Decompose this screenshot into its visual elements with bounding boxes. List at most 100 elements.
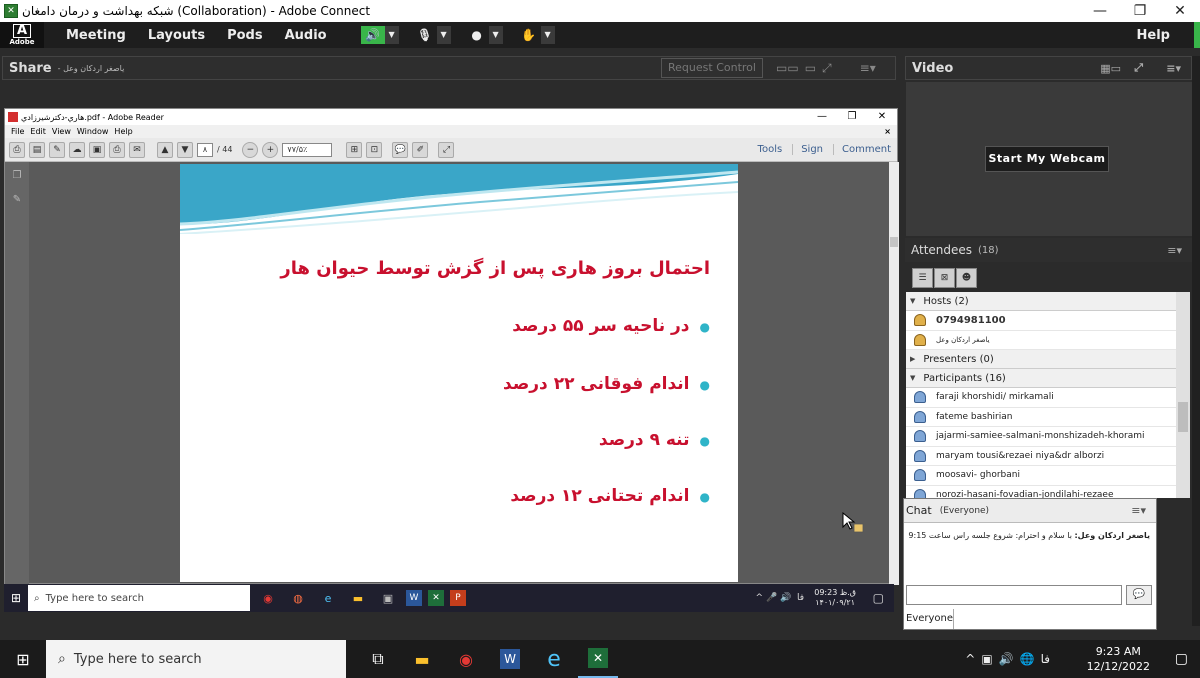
tools-link[interactable]: Tools [750, 144, 783, 155]
comment-link[interactable]: Comment [833, 144, 891, 155]
speaker-dropdown-icon[interactable]: ▼ [384, 26, 399, 44]
task-view-icon[interactable]: ⧉ [358, 640, 398, 678]
restore-button[interactable]: ❐ [1120, 0, 1160, 22]
adobe-connect-icon[interactable]: ✕ [578, 640, 618, 678]
menu-help[interactable]: Help [1137, 28, 1170, 43]
list-item[interactable]: ياصغر اردكان وعل [906, 331, 1176, 350]
reader-menu-window[interactable]: Window [77, 127, 109, 136]
save-icon[interactable]: ▣ [89, 141, 105, 158]
pod-options-icon[interactable]: ≡▾ [860, 61, 876, 75]
taskbar-clock[interactable]: 9:23 AM 12/12/2022 [1087, 644, 1150, 674]
menu-meeting[interactable]: Meeting [66, 28, 126, 43]
list-view-icon[interactable]: ☰ [912, 268, 933, 288]
chat-recipient-select[interactable]: Everyone [904, 609, 954, 629]
sign-link[interactable]: Sign [792, 144, 823, 155]
notification-icon[interactable]: ▢ [1175, 651, 1188, 667]
start-webcam-button[interactable]: Start My Webcam [985, 146, 1109, 172]
reader-menu-view[interactable]: View [52, 127, 71, 136]
list-item[interactable]: 0794981100 [906, 311, 1176, 331]
fit-width-page-icon[interactable]: ⊡ [366, 141, 383, 158]
fullscreen-icon[interactable]: ⤢ [822, 61, 832, 76]
breakout-view-icon[interactable]: ⊠ [934, 268, 955, 288]
email-icon[interactable]: ✉ [129, 141, 145, 158]
list-item[interactable]: jajarmi-samiee-salmani-monshizadeh-khora… [906, 427, 1176, 447]
group-hosts[interactable]: ▼ Hosts (2) [906, 292, 1176, 311]
menu-layouts[interactable]: Layouts [148, 28, 205, 43]
reader-menu-edit[interactable]: Edit [30, 127, 46, 136]
language-bar-icon[interactable]: ▣ [981, 652, 992, 666]
request-control-button[interactable]: Request Control [661, 58, 763, 78]
reader-menu-help[interactable]: Help [114, 127, 132, 136]
menu-audio[interactable]: Audio [285, 28, 327, 43]
windows-start-icon[interactable]: ⊞ [0, 640, 46, 678]
menu-pods[interactable]: Pods [227, 28, 263, 43]
volume-icon[interactable]: 🔊 [999, 652, 1014, 666]
zoom-in-icon[interactable]: + [262, 141, 279, 158]
print-icon[interactable]: ⎙ [109, 141, 125, 158]
chat-options-icon[interactable]: ≡▾ [1131, 504, 1146, 517]
reader-menu-file[interactable]: File [11, 127, 24, 136]
taskbar-search-box[interactable]: ⌕ Type here to search [46, 640, 346, 678]
page-number-input[interactable]: ۸ [197, 142, 213, 157]
camera-control[interactable]: ● ▼ [465, 25, 503, 45]
highlight-icon[interactable]: ✐ [412, 141, 429, 158]
create-pdf-icon[interactable]: ⎙ [9, 141, 25, 158]
attendees-options-icon[interactable]: ≡▾ [1167, 244, 1182, 257]
expand-icon[interactable]: ⤢ [438, 141, 455, 158]
speaker-control[interactable]: 🔊 ▼ [360, 25, 399, 45]
reader-doc-close-icon[interactable]: × [884, 127, 891, 136]
microphone-control[interactable]: 🎙 ▼ [413, 25, 451, 45]
reader-scroll-thumb[interactable] [890, 237, 898, 247]
list-item[interactable]: fateme bashirian [906, 408, 1176, 427]
list-item[interactable]: norozi-hasani-fovadian-jondilahi-rezaee [906, 486, 1176, 498]
attendees-scroll-thumb[interactable] [1178, 402, 1188, 432]
edit-icon[interactable]: ✎ [49, 141, 65, 158]
list-item[interactable]: maryam tousi&rezaei niya&dr alborzi [906, 447, 1176, 466]
group-presenters[interactable]: ▶ Presenters (0) [906, 350, 1176, 369]
video-fullscreen-icon[interactable]: ⤢ [1134, 61, 1143, 75]
close-button[interactable]: ✕ [1160, 0, 1200, 22]
raise-hand-icon[interactable]: ✋ [517, 26, 541, 44]
minimize-button[interactable]: — [1080, 0, 1120, 22]
status-control[interactable]: ✋ ▼ [517, 25, 555, 45]
page-up-icon[interactable]: ▲ [157, 141, 173, 158]
show-hidden-icons-icon[interactable]: ^ [965, 652, 975, 666]
speaker-icon[interactable]: 🔊 [360, 26, 385, 44]
cloud-icon[interactable]: ☁ [69, 141, 85, 158]
list-item[interactable]: moosavi- ghorbani [906, 466, 1176, 486]
webcam-dropdown-icon[interactable]: ▼ [488, 26, 503, 44]
reader-restore-button[interactable]: ❐ [837, 109, 867, 125]
microphone-dropdown-icon[interactable]: ▼ [436, 26, 451, 44]
share-presenter: - ياصغر اردکان وعل [57, 63, 125, 73]
zoom-select[interactable]: ۷۷/۵٪ [282, 142, 333, 157]
word-icon[interactable]: W [490, 640, 530, 678]
send-message-button[interactable]: 💬 [1126, 585, 1152, 605]
fit-page-icon[interactable]: ⊞ [346, 141, 363, 158]
page-thumbnails-icon[interactable]: ❐ [10, 170, 24, 186]
file-explorer-icon[interactable]: ▬ [402, 640, 442, 678]
fit-width-icon[interactable]: ▭ [805, 61, 816, 75]
list-item[interactable]: faraji khorshidi/ mirkamali [906, 388, 1176, 408]
zoom-out-icon[interactable]: − [242, 141, 259, 158]
network-icon[interactable]: 🌐 [1020, 652, 1035, 666]
attendees-scrollbar[interactable] [1176, 292, 1190, 498]
microphone-icon[interactable]: 🎙 [413, 26, 437, 44]
video-layout-icon[interactable]: ▦▭ [1100, 62, 1121, 75]
edge-icon[interactable]: e [534, 640, 574, 678]
chat-input[interactable] [906, 585, 1122, 605]
reader-minimize-button[interactable]: — [807, 109, 837, 125]
attachments-icon[interactable]: ✎ [10, 194, 24, 210]
reader-close-button[interactable]: ✕ [867, 109, 897, 125]
sync-view-icon[interactable]: ▭▭ [776, 61, 799, 75]
reader-scrollbar[interactable] [889, 162, 899, 585]
combine-icon[interactable]: ▤ [29, 141, 45, 158]
attendee-status-icon[interactable]: ☻ [956, 268, 977, 288]
input-language[interactable]: فا [1041, 652, 1050, 666]
comment-icon[interactable]: 💬 [392, 141, 409, 158]
page-down-icon[interactable]: ▼ [177, 141, 193, 158]
group-participants[interactable]: ▼ Participants (16) [906, 369, 1176, 388]
chrome-icon[interactable]: ◉ [446, 640, 486, 678]
webcam-icon[interactable]: ● [465, 26, 489, 44]
status-dropdown-icon[interactable]: ▼ [540, 26, 555, 44]
video-pod-options-icon[interactable]: ≡▾ [1166, 62, 1181, 75]
